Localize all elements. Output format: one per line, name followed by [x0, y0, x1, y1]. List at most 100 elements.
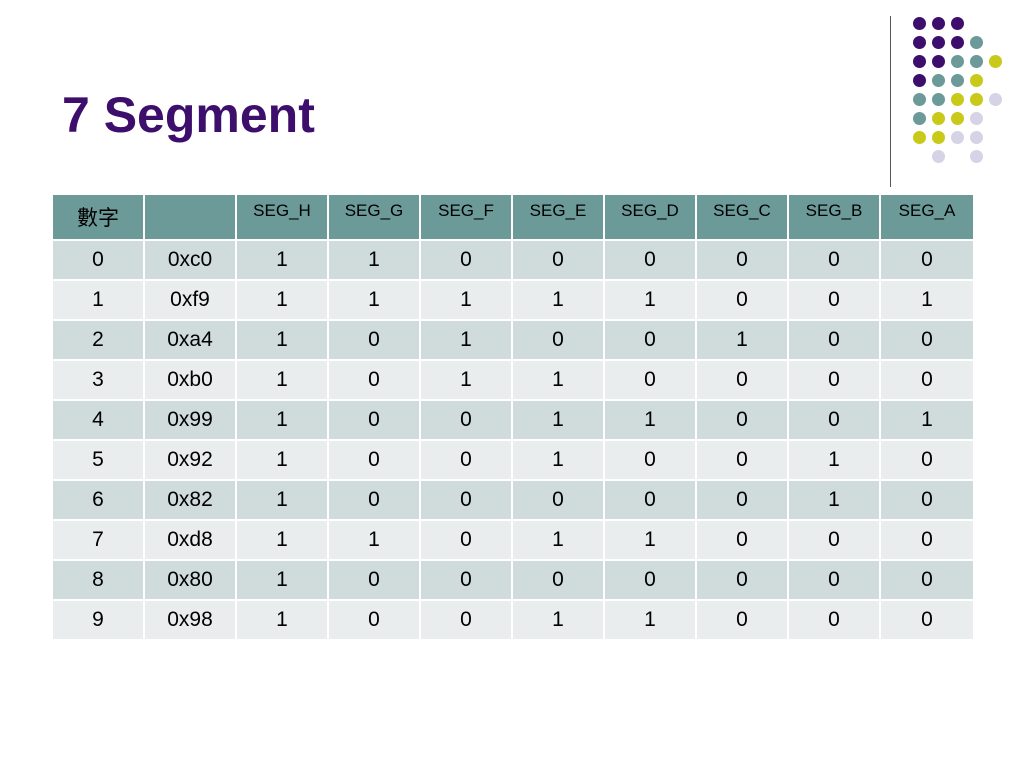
table-cell: 1: [511, 279, 605, 321]
table-cell: 0: [327, 479, 421, 521]
table-cell: 0xb0: [143, 359, 237, 401]
table-cell: 0: [419, 479, 513, 521]
table-cell: 7: [51, 519, 145, 561]
table-cell: 0: [419, 399, 513, 441]
table-cell: 0: [787, 279, 881, 321]
dot-purple: [913, 55, 926, 68]
table-cell: 1: [879, 279, 975, 321]
dot-purple: [932, 36, 945, 49]
header-seg-b: SEG_B: [787, 193, 881, 241]
table-cell: 1: [235, 599, 329, 641]
seven-segment-table: 數字 SEG_H SEG_G SEG_F SEG_E SEG_D SEG_C S…: [51, 193, 975, 641]
header-seg-h: SEG_H: [235, 193, 329, 241]
dot-teal: [932, 93, 945, 106]
header-seg-d: SEG_D: [603, 193, 697, 241]
dot-lavender: [951, 131, 964, 144]
header-seg-c: SEG_C: [695, 193, 789, 241]
table-cell: 0: [603, 559, 697, 601]
table-cell: 1: [235, 359, 329, 401]
table-cell: 0: [327, 599, 421, 641]
header-seg-a: SEG_A: [879, 193, 975, 241]
header-hex: [143, 193, 237, 241]
table-cell: 1: [603, 399, 697, 441]
table-cell: 0: [695, 519, 789, 561]
dot-yellow: [932, 131, 945, 144]
table-cell: 1: [511, 399, 605, 441]
header-seg-g: SEG_G: [327, 193, 421, 241]
table-cell: 0: [327, 359, 421, 401]
table-cell: 1: [787, 439, 881, 481]
table-cell: 3: [51, 359, 145, 401]
table-cell: 0: [879, 319, 975, 361]
table-cell: 1: [511, 599, 605, 641]
table-row: 8 0x80 1 0 0 0 0 0 0 0: [51, 559, 975, 601]
table-cell: 0: [603, 359, 697, 401]
dot-purple: [913, 74, 926, 87]
table-cell: 0: [879, 359, 975, 401]
table-cell: 0: [695, 399, 789, 441]
table-cell: 0: [603, 479, 697, 521]
table-cell: 1: [511, 519, 605, 561]
dot-yellow: [970, 93, 983, 106]
table-cell: 1: [235, 319, 329, 361]
table-cell: 2: [51, 319, 145, 361]
table-cell: 1: [603, 519, 697, 561]
table-cell: 5: [51, 439, 145, 481]
table-cell: 0: [511, 239, 605, 281]
table-cell: 0: [879, 599, 975, 641]
dot-lavender: [932, 150, 945, 163]
table-cell: 0: [327, 439, 421, 481]
table-cell: 0: [511, 479, 605, 521]
dot-purple: [932, 17, 945, 30]
table-cell: 0xc0: [143, 239, 237, 281]
table-cell: 1: [327, 519, 421, 561]
table-cell: 1: [695, 319, 789, 361]
table-cell: 0: [695, 279, 789, 321]
dot-teal: [951, 74, 964, 87]
dot-purple: [951, 17, 964, 30]
table-cell: 0: [327, 559, 421, 601]
header-seg-f: SEG_F: [419, 193, 513, 241]
table-cell: 4: [51, 399, 145, 441]
table-cell: 0: [695, 239, 789, 281]
table-cell: 0: [695, 359, 789, 401]
table-row: 7 0xd8 1 1 0 1 1 0 0 0: [51, 519, 975, 561]
table-cell: 1: [511, 359, 605, 401]
table-cell: 0x99: [143, 399, 237, 441]
dot-teal: [951, 55, 964, 68]
header-seg-e: SEG_E: [511, 193, 605, 241]
table-cell: 1: [235, 399, 329, 441]
table-cell: 1: [51, 279, 145, 321]
table-row: 9 0x98 1 0 0 1 1 0 0 0: [51, 599, 975, 641]
decorative-dot-grid: [0, 0, 1024, 200]
table-cell: 0: [695, 479, 789, 521]
table-cell: 0: [787, 239, 881, 281]
table-cell: 1: [235, 559, 329, 601]
dot-yellow: [951, 112, 964, 125]
table-cell: 1: [327, 279, 421, 321]
table-cell: 6: [51, 479, 145, 521]
dot-purple: [913, 17, 926, 30]
table-cell: 0: [879, 479, 975, 521]
table-cell: 1: [235, 479, 329, 521]
table-row: 2 0xa4 1 0 1 0 0 1 0 0: [51, 319, 975, 361]
table-cell: 0: [879, 439, 975, 481]
table-cell: 0: [51, 239, 145, 281]
dot-teal: [913, 112, 926, 125]
table-cell: 0: [511, 559, 605, 601]
table-cell: 1: [235, 439, 329, 481]
table-cell: 0: [511, 319, 605, 361]
table-cell: 0: [787, 319, 881, 361]
table-cell: 0: [787, 399, 881, 441]
dot-yellow: [932, 112, 945, 125]
table-row: 5 0x92 1 0 0 1 0 0 1 0: [51, 439, 975, 481]
table-cell: 1: [419, 359, 513, 401]
table-cell: 0: [879, 519, 975, 561]
table-cell: 1: [879, 399, 975, 441]
table-cell: 0xf9: [143, 279, 237, 321]
dot-yellow: [913, 131, 926, 144]
dot-yellow: [989, 55, 1002, 68]
table-cell: 0: [787, 599, 881, 641]
dot-teal: [970, 55, 983, 68]
table-cell: 0: [603, 439, 697, 481]
